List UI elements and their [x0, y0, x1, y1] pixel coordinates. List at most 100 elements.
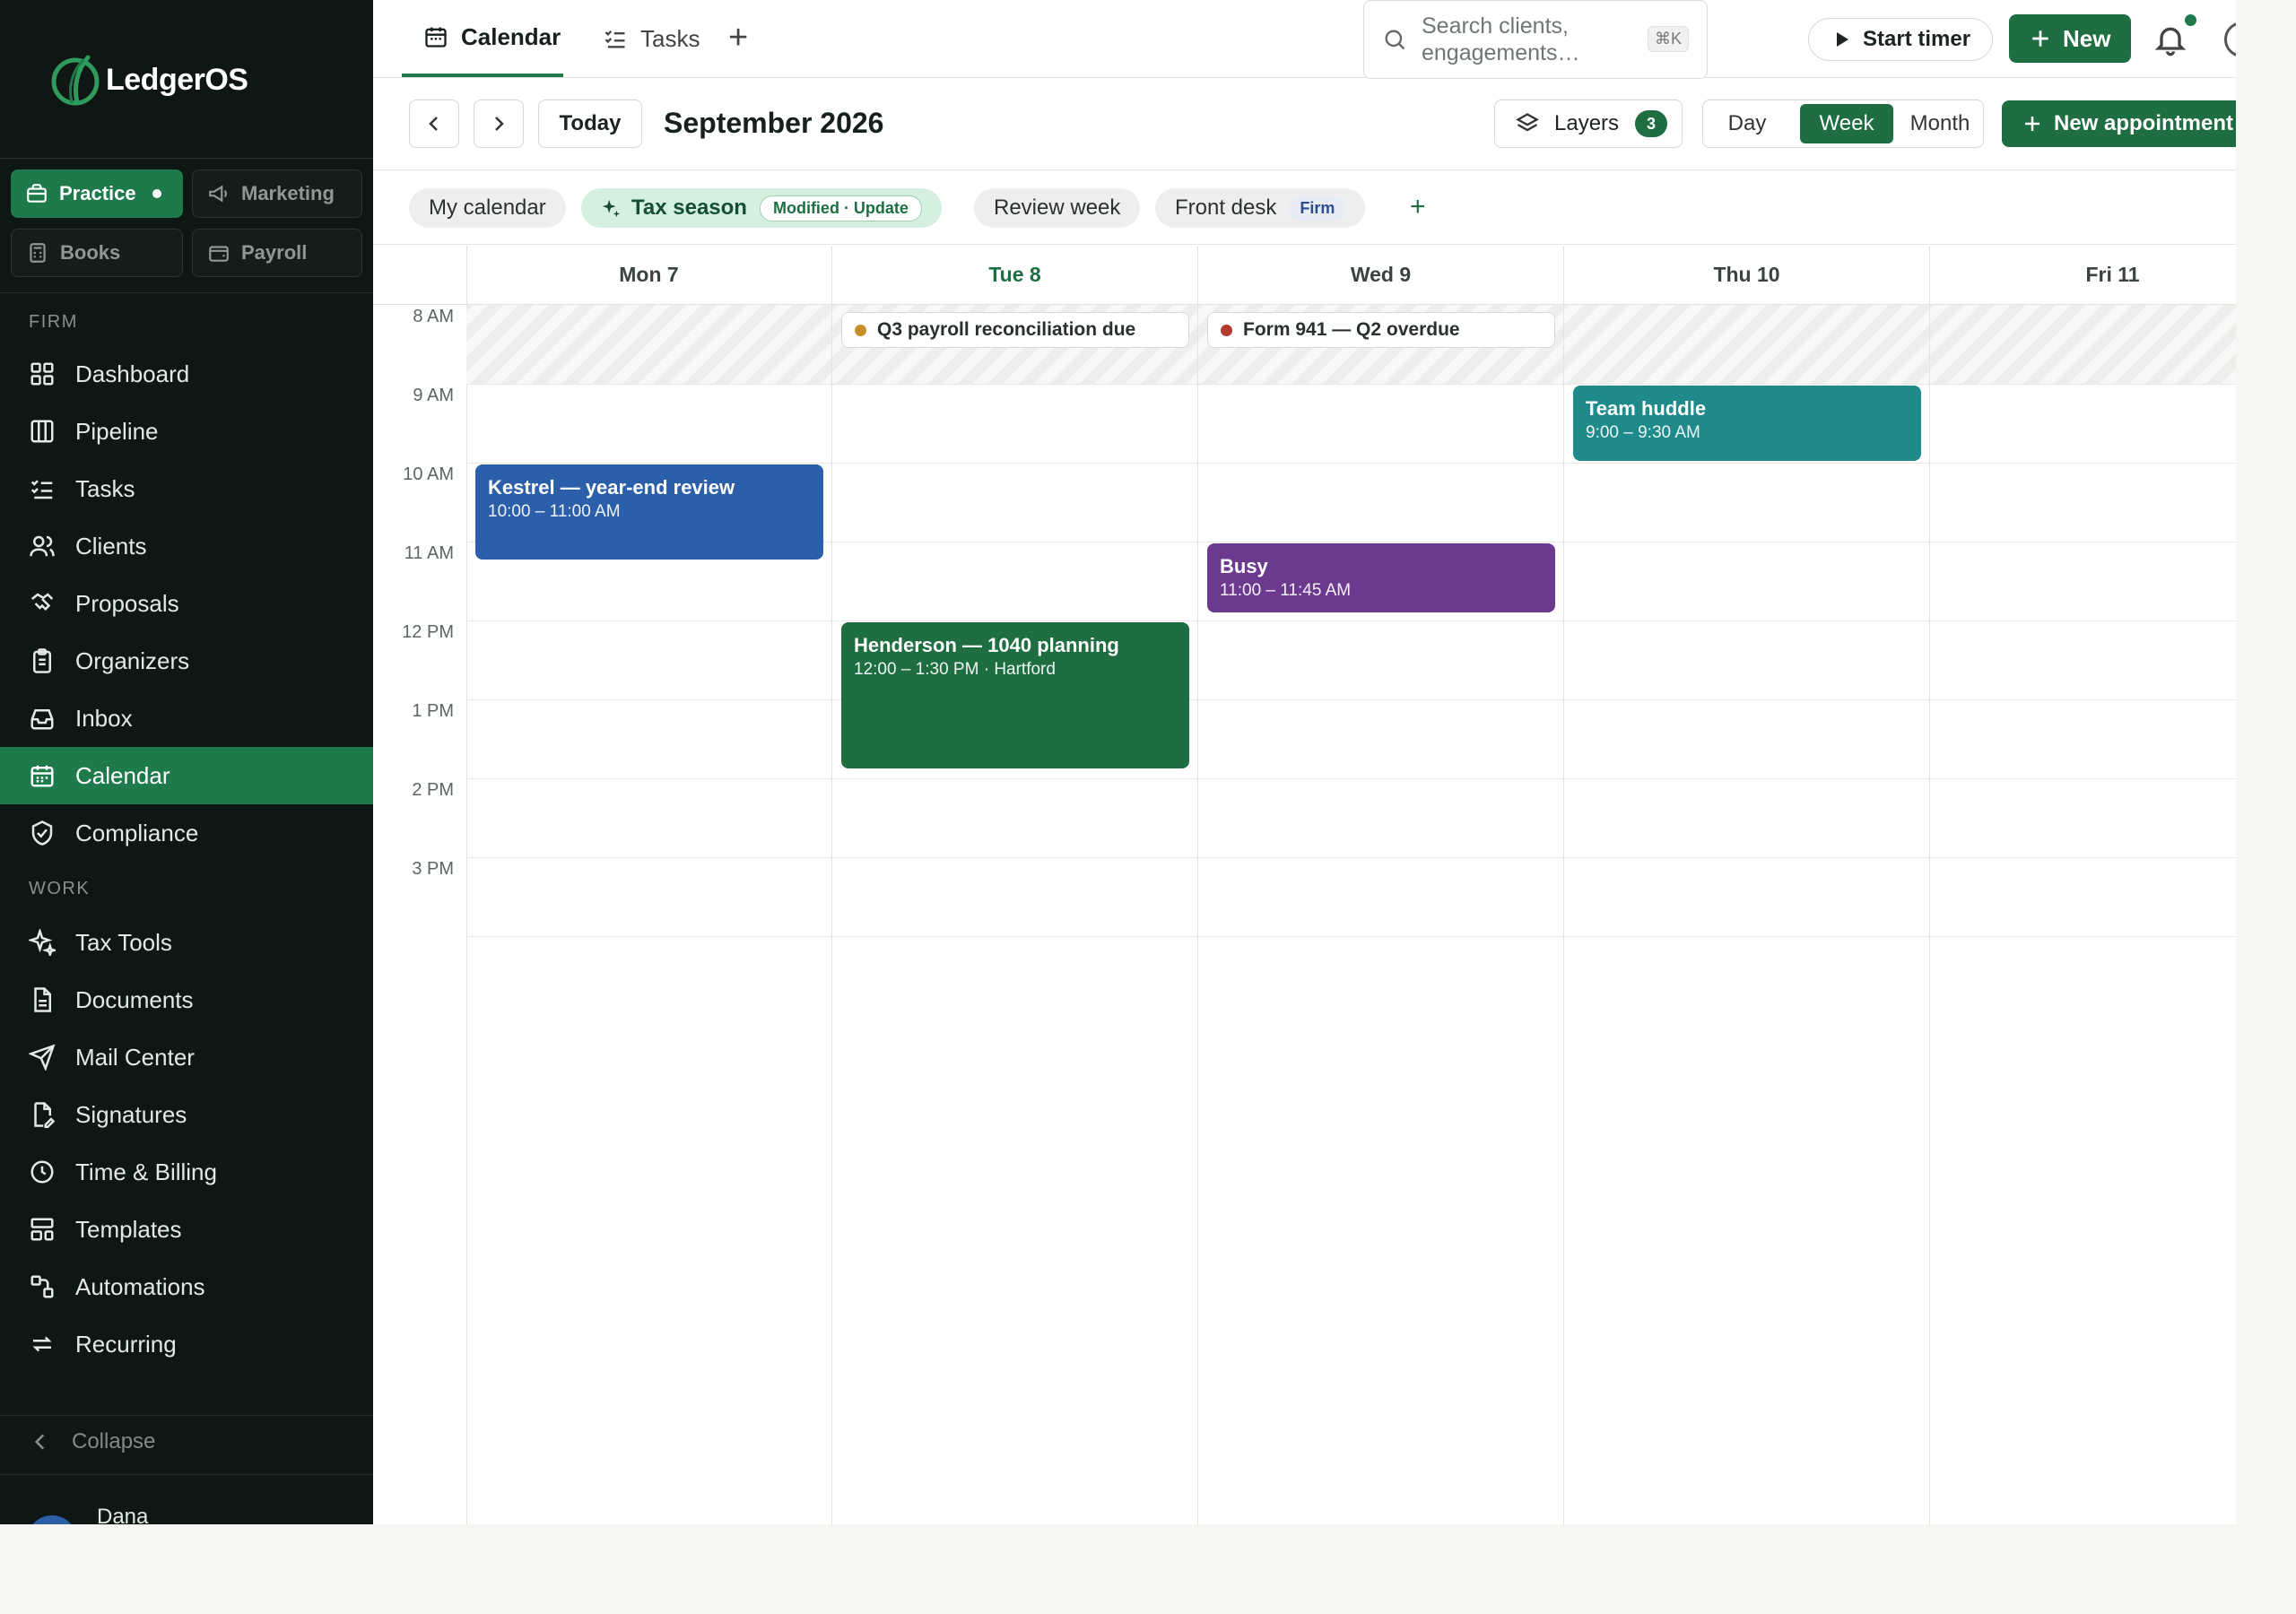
next-button[interactable] — [474, 100, 524, 148]
sidebar-item-label: Recurring — [75, 1330, 177, 1358]
divider — [0, 292, 373, 293]
plus-icon — [2025, 117, 2039, 131]
product-label: Books — [60, 241, 121, 264]
calendar-layers-bar: My calendar Tax season Modified · Update… — [373, 170, 2236, 245]
sidebar-item-signatures[interactable]: Signatures — [0, 1086, 373, 1143]
sidebar-item-tax-tools[interactable]: Tax Tools — [0, 914, 373, 971]
day-column[interactable] — [1198, 305, 1564, 1524]
event-time: 11:00 – 11:45 AM — [1220, 581, 1352, 600]
start-timer-label: Start timer — [1863, 27, 1971, 51]
sidebar-item-inbox[interactable]: Inbox — [0, 690, 373, 747]
sidebar-item-label: Proposals — [75, 589, 179, 617]
event-card[interactable]: Team huddle 9:00 – 9:30 AM — [1573, 386, 1921, 461]
day-header[interactable]: Mon 7 — [466, 246, 832, 305]
hour-label: 12 PM — [402, 622, 454, 642]
help-icon[interactable] — [2224, 22, 2236, 57]
calendar-icon — [30, 765, 54, 787]
hour-label: 1 PM — [412, 701, 454, 721]
workflow-icon — [30, 1275, 54, 1298]
modified-badge[interactable]: Modified · Update — [759, 195, 922, 221]
day-column[interactable] — [1930, 305, 2236, 1524]
start-timer-button[interactable]: Start timer — [1808, 18, 1994, 61]
view-day[interactable]: Day — [1709, 104, 1786, 143]
new-appointment-button[interactable]: New appointment — [2002, 100, 2236, 147]
logo[interactable]: LedgerOS — [50, 52, 248, 108]
add-tab-button[interactable]: + — [728, 20, 748, 56]
sidebar-item-recurring[interactable]: Recurring — [0, 1315, 373, 1373]
product-practice[interactable]: Practice — [11, 169, 183, 218]
sidebar-item-templates[interactable]: Templates — [0, 1201, 373, 1258]
event-title: Team huddle — [1586, 397, 1707, 420]
deadline-chip[interactable]: Form 941 — Q2 overdue — [1207, 312, 1555, 348]
product-label: Payroll — [241, 241, 308, 264]
chip-label: Front desk — [1175, 195, 1277, 220]
sidebar-item-compliance[interactable]: Compliance — [0, 804, 373, 862]
sidebar-item-pipeline[interactable]: Pipeline — [0, 403, 373, 460]
main-area: Calendar Tasks + Search clients, engagem… — [373, 0, 2236, 1524]
deadline-chip[interactable]: Q3 payroll reconciliation due — [841, 312, 1189, 348]
clipboard-icon — [33, 648, 51, 673]
tab-calendar[interactable]: Calendar — [402, 0, 563, 77]
day-header[interactable]: Tue 8 — [832, 246, 1198, 305]
product-payroll[interactable]: Payroll — [192, 229, 362, 277]
users-icon — [30, 535, 55, 557]
add-layer-button[interactable]: + — [1410, 194, 1426, 221]
hour-line — [466, 857, 2236, 858]
search-icon — [1385, 30, 1405, 50]
event-title: Busy — [1220, 555, 1268, 577]
day-column[interactable] — [1564, 305, 1930, 1524]
new-appointment-label: New appointment — [2054, 111, 2234, 135]
sidebar-item-documents[interactable]: Documents — [0, 971, 373, 1028]
view-month[interactable]: Month — [1900, 104, 1979, 143]
sidebar-item-label: Time & Billing — [75, 1158, 217, 1185]
day-header[interactable]: Fri 11 — [1930, 246, 2236, 305]
sparkle-icon — [602, 199, 621, 218]
sidebar-item-clients[interactable]: Clients — [0, 517, 373, 575]
section-label-firm: FIRM — [29, 312, 78, 332]
avatar[interactable] — [27, 1515, 77, 1524]
event-card[interactable]: Busy 11:00 – 11:45 AM — [1207, 543, 1555, 612]
sidebar-item-time-billing[interactable]: Time & Billing — [0, 1143, 373, 1201]
hour-line — [466, 936, 2236, 937]
handshake-icon — [30, 593, 54, 612]
hour-line — [466, 620, 2236, 621]
event-card[interactable]: Kestrel — year-end review 10:00 – 11:00 A… — [475, 464, 823, 560]
bell-icon[interactable] — [2152, 20, 2188, 59]
chip-review-week[interactable]: Review week — [974, 188, 1141, 228]
sidebar-item-label: Calendar — [75, 761, 170, 789]
tab-tasks[interactable]: Tasks — [603, 0, 700, 77]
clock-icon — [30, 1160, 54, 1184]
event-card[interactable]: Henderson — 1040 planning 12:00 – 1:30 PM… — [841, 622, 1189, 769]
sidebar-item-proposals[interactable]: Proposals — [0, 575, 373, 632]
sidebar-item-tasks[interactable]: Tasks — [0, 460, 373, 517]
day-header[interactable]: Thu 10 — [1564, 246, 1930, 305]
view-week[interactable]: Week — [1800, 104, 1893, 143]
day-header[interactable]: Wed 9 — [1198, 246, 1564, 305]
layers-button[interactable]: Layers 3 — [1494, 100, 1683, 148]
sidebar-item-calendar[interactable]: Calendar — [0, 747, 373, 804]
sidebar-item-mail-center[interactable]: Mail Center — [0, 1028, 373, 1086]
tab-label: Calendar — [461, 22, 561, 50]
prev-button[interactable] — [409, 100, 459, 148]
product-marketing[interactable]: Marketing — [192, 169, 362, 218]
chip-my-calendar[interactable]: My calendar — [409, 188, 566, 228]
today-button[interactable]: Today — [538, 100, 642, 148]
week-grid: Mon 7 Tue 8 Wed 9 Thu 10 Fri 11 8 AM 9 AM 10 AM… — [373, 246, 2236, 1524]
new-button[interactable]: New — [2009, 14, 2131, 63]
inbox-icon — [30, 709, 54, 730]
checklist-icon — [30, 480, 53, 499]
search-input[interactable]: Search clients, engagements… ⌘K — [1363, 0, 1708, 79]
day-column[interactable] — [832, 305, 1198, 1524]
collapse-button[interactable]: Collapse — [29, 1429, 155, 1454]
product-books[interactable]: Books — [11, 229, 183, 277]
sidebar-item-automations[interactable]: Automations — [0, 1258, 373, 1315]
hour-label: 2 PM — [412, 780, 454, 800]
chevron-left-icon — [429, 117, 438, 131]
hour-line — [466, 384, 2236, 385]
hour-label: 11 AM — [404, 543, 454, 563]
hour-line — [466, 778, 2236, 779]
sidebar-item-organizers[interactable]: Organizers — [0, 632, 373, 690]
chip-tax-season[interactable]: Tax season Modified · Update — [581, 188, 942, 228]
sidebar-item-dashboard[interactable]: Dashboard — [0, 345, 373, 403]
chip-front-desk[interactable]: Front desk Firm — [1155, 188, 1366, 228]
